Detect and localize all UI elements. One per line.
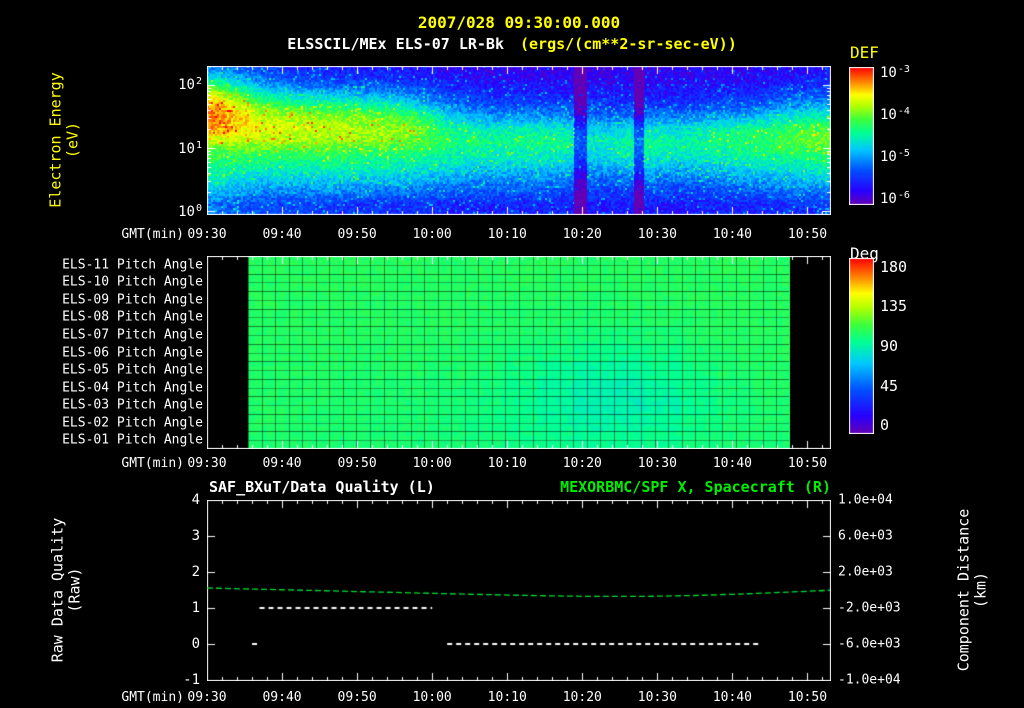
time-tick-label: 09:30	[187, 690, 227, 705]
time-tick-label: 10:50	[787, 456, 828, 471]
pitch-row-label: ELS-02 Pitch Angle	[62, 415, 203, 431]
pitch-row-label: ELS-06 Pitch Angle	[62, 345, 203, 360]
time-tick-label: 10:10	[487, 456, 527, 471]
def-tick-label-exp: -5	[897, 147, 910, 159]
distance-ylabel-line2: (km)	[971, 571, 989, 609]
distance-tick-label: -6.0e+03	[838, 636, 901, 652]
electron-energy-spectrogram	[207, 66, 831, 215]
time-tick-label: 10:30	[637, 690, 677, 705]
pitch-row-label: ELS-10 Pitch Angle	[62, 274, 203, 290]
def-tick-label-exp: -4	[897, 106, 910, 118]
energy-tick-label-exp: 0	[195, 203, 202, 215]
distance-tick-label: -2.0e+03	[838, 600, 901, 616]
time-tick-label: 09:30	[187, 227, 227, 242]
gmt-axis-label: GMT(min)	[121, 456, 184, 471]
deg-colorbar	[849, 258, 874, 434]
pitch-row-label: ELS-09 Pitch Angle	[62, 292, 203, 308]
time-tick-label: 10:20	[562, 456, 602, 471]
distance-tick-label: 6.0e+03	[838, 528, 893, 544]
time-tick-label: 09:40	[262, 456, 302, 471]
time-tick-label: 09:30	[187, 456, 227, 471]
time-tick-label: 09:50	[337, 456, 377, 471]
quality-tick-label: 3	[191, 528, 200, 544]
time-tick-label: 10:20	[562, 227, 602, 242]
def-tick-label: 10-4	[880, 106, 910, 124]
def-tick-label: 10-5	[880, 147, 910, 165]
energy-tick-label-exp: 1	[195, 139, 202, 151]
pitch-row-label: ELS-04 Pitch Angle	[62, 380, 203, 396]
time-tick-label: 10:00	[412, 227, 452, 242]
science-plot-window: 2007/028 09:30:00.000 ELSSCIL/MEx ELS-07…	[0, 0, 1024, 708]
pitch-row-label: ELS-08 Pitch Angle	[62, 309, 203, 325]
pitch-angle-heatmap	[207, 256, 831, 449]
page-title: 2007/028 09:30:00.000	[417, 13, 621, 32]
pitch-row-label: ELS-03 Pitch Angle	[62, 397, 203, 413]
quality-tick-label: 0	[191, 636, 200, 652]
time-axis-top: GMT(min) 09:30 09:40 09:50 10:00 10:10 10:20 1…	[0, 227, 1024, 243]
quality-tick-label: -1	[183, 672, 200, 688]
time-tick-label: 10:30	[637, 456, 677, 471]
deg-tick-label: 135	[880, 297, 908, 316]
def-colorbar-title: DEF	[850, 43, 879, 62]
def-tick-label-exp: -3	[897, 64, 910, 76]
time-tick-label: 10:10	[487, 227, 527, 242]
time-tick-label: 10:40	[712, 456, 752, 471]
time-tick-label: 09:40	[262, 227, 302, 242]
distance-ylabel: Component Distance (km)	[954, 508, 990, 672]
energy-tick-label: 101	[0, 139, 202, 157]
bottom-right-series-title: MEXORBMC/SPF X, Spacecraft (R)	[560, 478, 831, 496]
time-axis-bottom: GMT(min) 09:30 09:40 09:50 10:00 10:10 10:20 1…	[0, 690, 1024, 706]
time-tick-label: 10:00	[412, 456, 452, 471]
time-tick-label: 09:40	[262, 690, 302, 705]
def-tick-label: 10-3	[880, 64, 910, 82]
energy-tick-label-exp: 2	[195, 76, 202, 88]
time-axis-middle: GMT(min) 09:30 09:40 09:50 10:00 10:10 10:20 1…	[0, 456, 1024, 472]
quality-tick-label: 1	[191, 600, 200, 616]
energy-tick-label: 102	[0, 76, 202, 94]
quality-tick-label: 2	[191, 564, 200, 580]
energy-tick-label: 100	[0, 203, 202, 221]
def-tick-label: 10-6	[880, 189, 910, 207]
distance-ylabel-line1: Component Distance	[954, 508, 973, 672]
deg-tick-label: 45	[880, 376, 899, 395]
energy-tick-label-base: 10	[178, 204, 195, 221]
energy-tick-label-base: 10	[178, 140, 195, 157]
time-tick-label: 10:10	[487, 690, 527, 705]
deg-tick-label: 0	[880, 416, 890, 435]
subtitle-units: (ergs/(cm**2-sr-sec-eV))	[520, 35, 737, 53]
time-tick-label: 09:50	[337, 690, 377, 705]
def-tick-label-base: 10	[880, 107, 897, 124]
pitch-row-label: ELS-05 Pitch Angle	[62, 362, 203, 378]
time-tick-label: 10:40	[712, 690, 752, 705]
gmt-axis-label: GMT(min)	[121, 690, 184, 705]
time-tick-label: 10:00	[412, 690, 452, 705]
subtitle-instrument: ELSSCIL/MEx ELS-07 LR-Bk	[287, 35, 504, 53]
time-tick-label: 10:30	[637, 227, 677, 242]
deg-tick-label: 180	[880, 257, 908, 276]
distance-tick-label: 2.0e+03	[838, 564, 893, 580]
quality-tick-label: 4	[191, 492, 200, 508]
def-colorbar	[849, 67, 874, 205]
def-tick-label-base: 10	[880, 65, 897, 82]
distance-tick-label: 1.0e+04	[838, 492, 893, 508]
time-tick-label: 10:40	[712, 227, 752, 242]
def-tick-label-exp: -6	[897, 189, 910, 201]
deg-tick-label: 90	[880, 337, 899, 355]
pitch-row-label: ELS-01 Pitch Angle	[62, 432, 203, 448]
time-tick-label: 10:50	[787, 690, 828, 705]
quality-distance-chart	[207, 500, 831, 681]
def-tick-label-base: 10	[880, 148, 897, 165]
time-tick-label: 10:50	[787, 227, 828, 242]
time-tick-label: 09:50	[337, 227, 377, 242]
time-tick-label: 10:20	[562, 690, 602, 705]
pitch-row-label: ELS-07 Pitch Angle	[62, 327, 203, 343]
distance-tick-label: -1.0e+04	[838, 672, 901, 688]
def-tick-label-base: 10	[880, 190, 897, 207]
gmt-axis-label: GMT(min)	[121, 227, 184, 242]
energy-tick-label-base: 10	[178, 77, 195, 94]
pitch-row-label: ELS-11 Pitch Angle	[62, 257, 203, 273]
